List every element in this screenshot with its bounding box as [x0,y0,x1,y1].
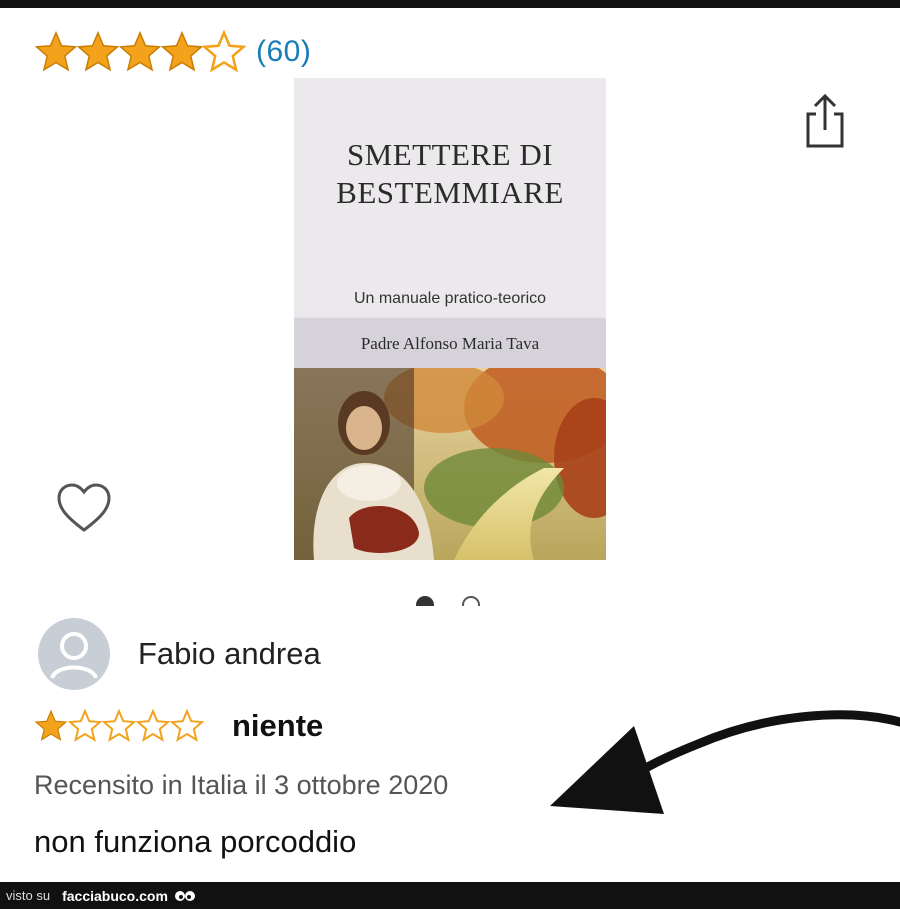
review-title: niente [232,708,324,743]
star-filled-icon [160,30,204,72]
share-button[interactable] [802,92,848,150]
product-rating[interactable]: (60) [34,30,311,74]
top-border [0,0,900,8]
product-stars [34,30,246,74]
review-stars [34,709,204,743]
book-subtitle: Un manuale pratico-teorico [353,290,547,307]
star-filled-icon [34,30,78,72]
review-date: Recensito in Italia il 3 ottobre 2020 [34,770,449,800]
rating-count[interactable]: (60) [256,35,311,69]
arrow-annotation [550,710,900,814]
star-empty-icon [68,709,102,742]
star-empty-icon [202,30,246,73]
footer-visto-su: visto su [6,888,51,903]
star-filled-icon [76,30,120,72]
share-icon [806,93,844,148]
book-title-line1: SMETTERE DI [346,137,554,172]
book-title: SMETTERE DI BESTEMMIARE [294,136,606,212]
book-cover-image[interactable]: SMETTERE DI BESTEMMIARE Un manuale prati… [294,78,606,560]
star-empty-icon [170,709,204,742]
heart-icon [57,483,111,532]
star-filled-icon [34,709,68,741]
review-body: non funziona porcoddio [34,824,357,859]
eyes-logo-icon [174,890,195,901]
star-empty-icon [136,709,170,742]
dots-mask [400,606,500,626]
reviewer-name[interactable]: Fabio andrea [138,636,321,672]
book-title-line2: BESTEMMIARE [336,175,564,210]
star-empty-icon [102,709,136,742]
wishlist-button[interactable] [56,482,112,534]
book-cover-painting [294,368,606,560]
user-icon [50,632,98,679]
avatar [38,618,110,690]
review-header: niente [34,708,323,744]
footer-site-link[interactable]: facciabuco.com [62,888,168,904]
footer-bar: visto su facciabuco.com [0,882,900,909]
book-author: Padre Alfonso Maria Tava [360,334,540,353]
star-filled-icon [118,30,162,72]
